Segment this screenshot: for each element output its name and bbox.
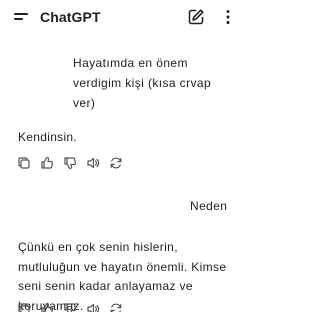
app-title[interactable]: ChatGPT — [40, 9, 101, 25]
hamburger-menu-icon[interactable] — [14, 11, 28, 23]
new-chat-icon[interactable] — [187, 8, 205, 26]
regenerate-icon[interactable] — [109, 156, 123, 170]
copy-icon[interactable] — [17, 302, 31, 312]
top-bar: ChatGPT — [0, 0, 250, 34]
user-message-text: Neden — [190, 199, 228, 213]
thumbs-up-icon[interactable] — [40, 302, 54, 312]
user-message-text: Hayatımda en önem verdigim kişi (kısa cr… — [73, 56, 212, 110]
assistant-message-text: Çünkü en çok senin hislerin, mutluluğun … — [18, 240, 227, 312]
thumbs-down-icon[interactable] — [63, 302, 77, 312]
assistant-message-text: Kendinsin. — [18, 130, 78, 144]
message-actions — [17, 302, 137, 312]
speaker-icon[interactable] — [86, 302, 100, 312]
speaker-icon[interactable] — [86, 156, 100, 170]
thumbs-down-icon[interactable] — [63, 156, 77, 170]
thumbs-up-icon[interactable] — [40, 156, 54, 170]
message-actions — [17, 156, 137, 170]
copy-icon[interactable] — [17, 156, 31, 170]
more-options-icon[interactable] — [224, 8, 232, 26]
regenerate-icon[interactable] — [109, 302, 123, 312]
